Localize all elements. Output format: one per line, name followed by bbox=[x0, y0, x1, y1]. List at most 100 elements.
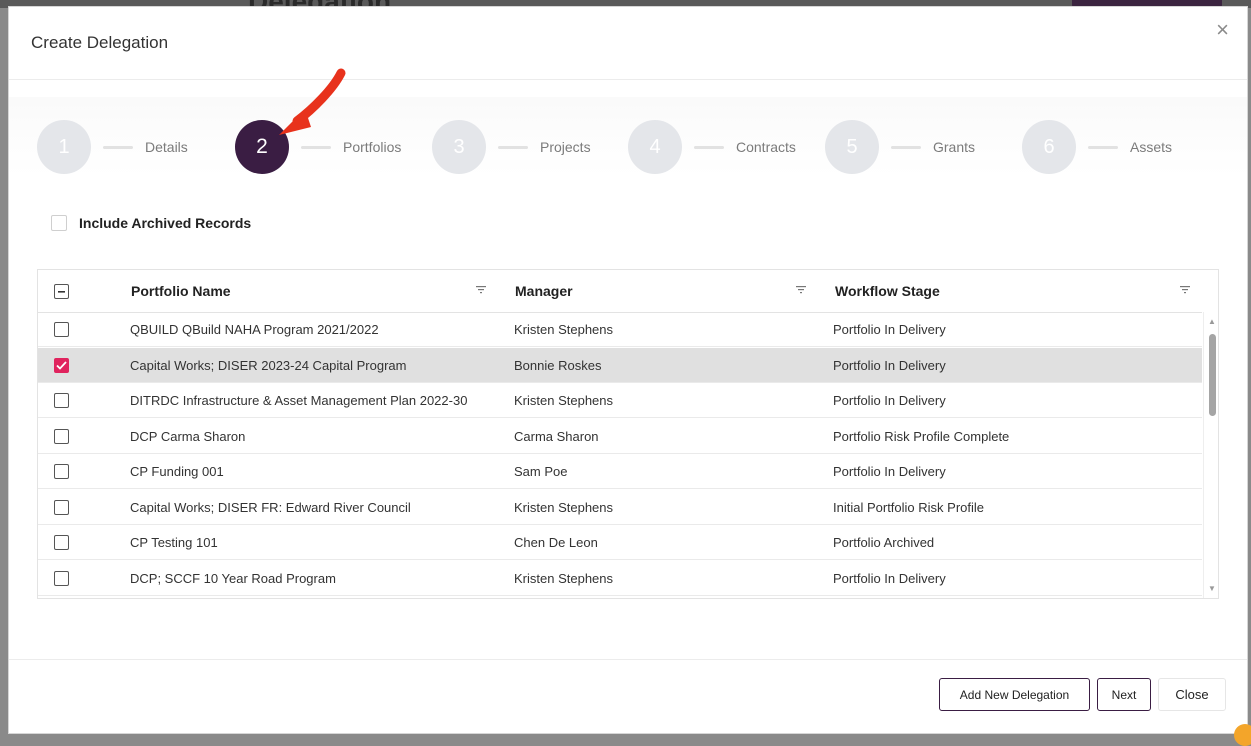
portfolio-name-cell: Capital Works; DISER FR: Edward River Co… bbox=[130, 499, 411, 515]
modal-header: Create Delegation × bbox=[9, 7, 1247, 80]
step-connector bbox=[301, 145, 331, 149]
step-3[interactable]: 3 Projects bbox=[432, 119, 591, 175]
step-6[interactable]: 6 Assets bbox=[1022, 119, 1172, 175]
step-connector bbox=[891, 145, 921, 149]
step-label: Projects bbox=[540, 139, 591, 155]
close-button[interactable]: Close bbox=[1158, 678, 1226, 711]
row-select-cell[interactable] bbox=[54, 312, 69, 347]
next-button[interactable]: Next bbox=[1097, 678, 1151, 711]
workflow-stage-cell: Portfolio In Delivery bbox=[833, 357, 946, 373]
workflow-stage-cell: Portfolio In Delivery bbox=[833, 570, 946, 586]
grid-body: QBUILD QBuild NAHA Program 2021/2022 Kris… bbox=[38, 312, 1202, 598]
workflow-stage-cell: Portfolio Risk Profile Complete bbox=[833, 428, 1010, 444]
column-header-workflow-stage[interactable]: Workflow Stage bbox=[835, 270, 940, 312]
row-select-cell[interactable] bbox=[54, 525, 69, 560]
scrollbar-thumb[interactable] bbox=[1209, 334, 1216, 416]
manager-cell: Kristen Stephens bbox=[514, 322, 614, 337]
workflow-stage-cell: Portfolio In Delivery bbox=[833, 393, 946, 408]
portfolio-name-cell: DITRDC Infrastructure & Asset Management… bbox=[130, 393, 468, 408]
step-connector bbox=[103, 145, 133, 149]
step-5[interactable]: 5 Grants bbox=[825, 119, 975, 175]
step-label: Details bbox=[145, 139, 188, 155]
workflow-stage-cell: Initial Portfolio Risk Profile bbox=[833, 499, 984, 515]
column-header-manager[interactable]: Manager bbox=[515, 270, 573, 312]
include-archived-checkbox[interactable] bbox=[51, 215, 67, 231]
select-all-checkbox[interactable] bbox=[54, 283, 69, 299]
grid-header: Portfolio Name Manager Workflow Stage bbox=[38, 270, 1202, 313]
row-checkbox[interactable] bbox=[54, 570, 69, 586]
row-select-cell[interactable] bbox=[54, 348, 69, 383]
workflow-stage-cell: Portfolio In Delivery bbox=[833, 464, 946, 479]
filter-icon[interactable] bbox=[476, 286, 486, 294]
minus-icon bbox=[58, 290, 65, 293]
select-all-cell[interactable] bbox=[54, 270, 69, 312]
manager-cell: Kristen Stephens bbox=[514, 570, 614, 586]
step-number: 1 bbox=[37, 120, 91, 174]
row-checkbox[interactable] bbox=[54, 393, 69, 408]
scroll-up-icon[interactable]: ▲ bbox=[1208, 318, 1216, 326]
manager-cell: Kristen Stephens bbox=[514, 499, 614, 515]
manager-cell: Sam Poe bbox=[514, 464, 568, 479]
row-select-cell[interactable] bbox=[54, 454, 69, 489]
portfolio-name-cell: CP Funding 001 bbox=[130, 464, 224, 479]
row-checkbox[interactable] bbox=[54, 357, 69, 373]
step-number: 4 bbox=[628, 120, 682, 174]
portfolio-name-cell: DCP Carma Sharon bbox=[130, 428, 246, 444]
checkmark-icon bbox=[56, 360, 67, 370]
row-checkbox[interactable] bbox=[54, 464, 69, 479]
portfolio-name-cell: QBUILD QBuild NAHA Program 2021/2022 bbox=[130, 322, 379, 337]
portfolio-name-cell: Capital Works; DISER 2023-24 Capital Pro… bbox=[130, 357, 407, 373]
row-select-cell[interactable] bbox=[54, 383, 69, 418]
portfolio-grid: Portfolio Name Manager Workflow Stage QB… bbox=[37, 269, 1219, 599]
step-connector bbox=[498, 145, 528, 149]
step-number: 5 bbox=[825, 120, 879, 174]
step-label: Assets bbox=[1130, 139, 1173, 155]
grid-scrollbar[interactable]: ▲ ▼ bbox=[1203, 312, 1218, 598]
filter-icon[interactable] bbox=[1180, 286, 1190, 294]
manager-cell: Kristen Stephens bbox=[514, 393, 614, 408]
include-archived-toggle[interactable]: Include Archived Records bbox=[51, 215, 251, 231]
row-checkbox[interactable] bbox=[54, 428, 69, 444]
step-1[interactable]: 1 Details bbox=[37, 119, 188, 175]
step-connector bbox=[694, 145, 724, 149]
row-select-cell[interactable] bbox=[54, 561, 69, 596]
table-row[interactable]: DCP; SCCF 10 Year Road Program Kristen St… bbox=[38, 561, 1202, 596]
step-number: 3 bbox=[432, 120, 486, 174]
workflow-stage-cell: Portfolio Archived bbox=[833, 535, 935, 550]
close-icon[interactable]: × bbox=[1216, 19, 1229, 41]
portfolio-name-cell: CP Testing 101 bbox=[130, 535, 218, 550]
table-row[interactable]: CP Funding 001 Sam Poe Portfolio In Delive… bbox=[38, 454, 1202, 489]
row-select-cell[interactable] bbox=[54, 419, 69, 454]
row-checkbox[interactable] bbox=[54, 499, 69, 515]
create-delegation-modal: Create Delegation × 1 Details 2 Portfolios 3… bbox=[8, 6, 1248, 734]
row-checkbox[interactable] bbox=[54, 535, 69, 550]
row-checkbox[interactable] bbox=[54, 322, 69, 337]
table-row[interactable]: DITRDC Infrastructure & Asset Management… bbox=[38, 383, 1202, 418]
filter-icon[interactable] bbox=[796, 286, 806, 294]
add-new-delegation-button[interactable]: Add New Delegation bbox=[939, 678, 1090, 711]
step-connector bbox=[1088, 145, 1118, 149]
step-label: Contracts bbox=[736, 139, 796, 155]
table-row[interactable]: Capital Works; DISER 2023-24 Capital Pro… bbox=[38, 347, 1202, 383]
step-label: Portfolios bbox=[343, 139, 402, 155]
table-row[interactable]: DCP Carma Sharon Carma Sharon Portfolio Ri… bbox=[38, 419, 1202, 454]
help-badge[interactable] bbox=[1234, 724, 1251, 746]
step-4[interactable]: 4 Contracts bbox=[628, 119, 796, 175]
include-archived-label: Include Archived Records bbox=[79, 215, 252, 231]
table-row[interactable]: QBUILD QBuild NAHA Program 2021/2022 Kris… bbox=[38, 312, 1202, 347]
manager-cell: Bonnie Roskes bbox=[514, 357, 602, 373]
table-row[interactable]: CP Testing 101 Chen De Leon Portfolio Arch… bbox=[38, 525, 1202, 560]
manager-cell: Carma Sharon bbox=[514, 428, 599, 444]
manager-cell: Chen De Leon bbox=[514, 535, 598, 550]
modal-title: Create Delegation bbox=[31, 33, 169, 52]
row-select-cell[interactable] bbox=[54, 490, 69, 525]
workflow-stage-cell: Portfolio In Delivery bbox=[833, 322, 946, 337]
step-number: 6 bbox=[1022, 120, 1076, 174]
modal-footer: Add New Delegation Next Close bbox=[9, 659, 1247, 734]
portfolio-name-cell: DCP; SCCF 10 Year Road Program bbox=[130, 570, 336, 586]
step-label: Grants bbox=[933, 139, 976, 155]
table-row[interactable]: Capital Works; DISER FR: Edward River Co… bbox=[38, 490, 1202, 525]
stepper: 1 Details 2 Portfolios 3 Projects 4 Contracts 5 G… bbox=[9, 115, 1247, 179]
scroll-down-icon[interactable]: ▼ bbox=[1208, 585, 1216, 593]
column-header-portfolio-name[interactable]: Portfolio Name bbox=[131, 270, 231, 312]
